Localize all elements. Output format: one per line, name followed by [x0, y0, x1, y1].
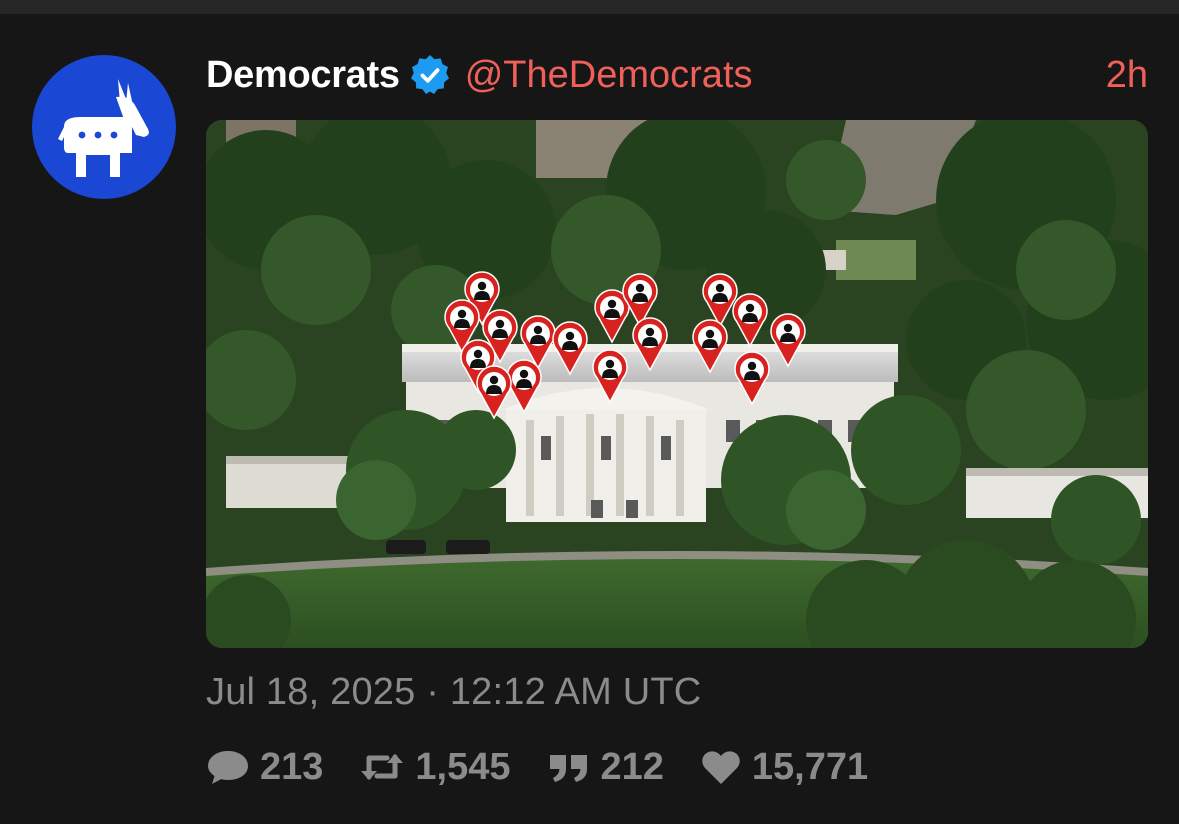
like-button[interactable]: 15,771 [700, 746, 868, 789]
quote-count: 212 [600, 745, 664, 788]
retweet-button[interactable]: 1,545 [359, 745, 511, 789]
donkey-logo-icon [58, 79, 149, 177]
like-count: 15,771 [751, 745, 869, 788]
avatar[interactable] [32, 55, 176, 199]
white-house-photo [206, 120, 1148, 648]
relative-time[interactable]: 2h [1106, 54, 1148, 97]
user-handle[interactable]: @TheDemocrats [465, 54, 753, 97]
reply-button[interactable]: 213 [206, 746, 323, 789]
tweet-header: Democrats @TheDemocrats 2h [206, 52, 1148, 98]
quote-button[interactable]: 212 [547, 746, 664, 789]
tweet-timestamp[interactable]: Jul 18, 2025 · 12:12 AM UTC [206, 671, 701, 713]
top-bar [0, 0, 1179, 14]
verified-badge-icon [410, 55, 449, 94]
retweet-count: 1,545 [415, 745, 511, 788]
comment-icon [206, 747, 250, 787]
tweet-actions: 213 1,545 212 15,771 [206, 744, 904, 790]
tweet-image[interactable] [206, 120, 1148, 648]
display-name[interactable]: Democrats [206, 54, 400, 97]
reply-count: 213 [260, 745, 324, 788]
retweet-icon [359, 747, 405, 787]
heart-icon [700, 747, 742, 787]
quote-icon [547, 747, 591, 787]
tweet-card: Democrats @TheDemocrats 2h Jul 18, 2025 … [0, 14, 1179, 824]
